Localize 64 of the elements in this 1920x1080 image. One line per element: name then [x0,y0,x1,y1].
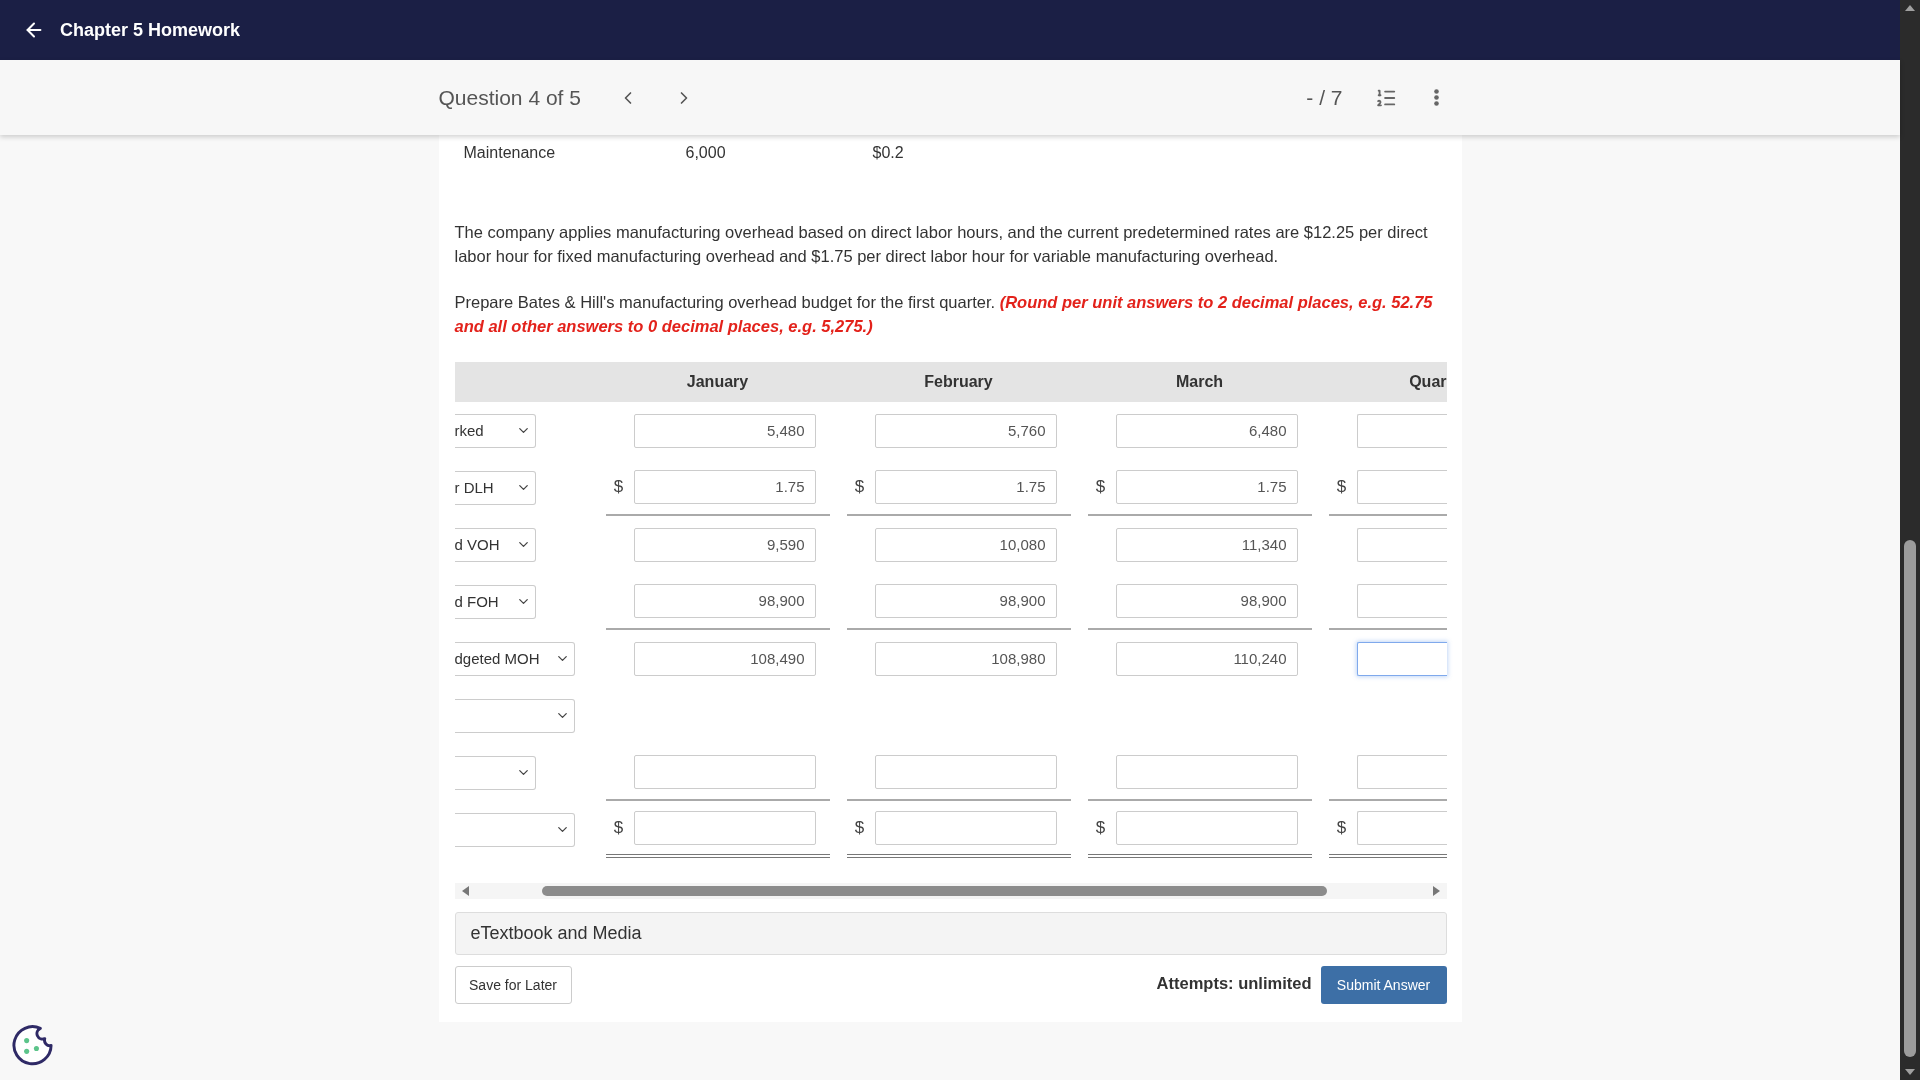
amount-field[interactable]: 110,240 [1115,641,1298,676]
amount-field[interactable] [1115,754,1298,789]
amount-field[interactable]: 108,490 [633,641,816,676]
question-counter: Question 4 of 5 [438,85,581,110]
column-header: Quar [1408,373,1447,391]
currency-sign: $ [854,817,865,838]
amount-field[interactable]: 6,480 [1115,413,1298,448]
amount-field[interactable]: 5,760 [874,413,1057,448]
table-cell: 6,000 [685,144,726,161]
row-label-dropdown[interactable]: r DLH [454,470,536,505]
horizontal-scrollbar[interactable] [454,883,1447,899]
amount-field[interactable] [633,810,816,845]
attempts-text: Attempts: unlimited [1156,973,1312,993]
row-label-dropdown[interactable]: d FOH [454,584,536,619]
currency-sign: $ [854,476,865,497]
currency-sign: $ [613,817,624,838]
amount-field[interactable]: 98,900 [874,583,1057,618]
amount-field[interactable] [874,810,1057,845]
row-label-dropdown[interactable]: d VOH [454,527,536,562]
column-header: January [685,373,750,391]
amount-field[interactable] [1356,527,1447,562]
currency-sign: $ [613,476,624,497]
amount-field[interactable] [1356,469,1447,504]
assignment-title: Chapter 5 Homework [60,19,241,41]
row-label-dropdown[interactable]: dgeted MOH [454,641,575,676]
instruction-paragraph: Prepare Bates & Hill's manufacturing overhead budget for the first quarter. (Round per unit answers to 2 decimal places, e.g. 52.75 and all other answers to 0 decimal places, e.g. 5,275.) [454,292,1434,337]
amount-field[interactable] [874,754,1057,789]
amount-field[interactable]: 1.75 [874,469,1057,504]
table-cell: $0.2 [872,144,904,161]
row-label-dropdown[interactable] [454,812,575,847]
amount-field[interactable]: 1.75 [633,469,816,504]
row-label-dropdown[interactable]: rked [454,413,536,448]
amount-field[interactable]: 108,980 [874,641,1057,676]
vertical-scrollbar[interactable] [1900,0,1920,1080]
amount-field[interactable] [1356,641,1447,676]
amount-field[interactable]: 98,900 [633,583,816,618]
amount-field[interactable] [1356,413,1447,448]
amount-field[interactable] [1356,583,1447,618]
amount-field[interactable]: 11,340 [1115,527,1298,562]
column-header: March [1174,373,1225,391]
score-text: - / 7 [1306,85,1343,110]
amount-field[interactable]: 98,900 [1115,583,1298,618]
column-header: February [923,373,994,391]
save-for-later-button[interactable]: Save for Later [454,966,572,1004]
currency-sign: $ [1336,476,1347,497]
currency-sign: $ [1095,817,1106,838]
amount-field[interactable] [1356,810,1447,845]
amount-field[interactable]: 1.75 [1115,469,1298,504]
submit-answer-button[interactable]: Submit Answer [1320,966,1447,1004]
row-label-dropdown[interactable] [454,755,536,790]
amount-field[interactable] [633,754,816,789]
amount-field[interactable]: 5,480 [633,413,816,448]
currency-sign: $ [1336,817,1347,838]
row-label-dropdown[interactable] [454,698,575,733]
amount-field[interactable] [1115,810,1298,845]
table-cell: Maintenance [463,144,556,161]
kebab-menu-icon [1434,89,1439,106]
cookie-icon[interactable] [12,1024,55,1067]
amount-field[interactable] [1356,754,1447,789]
currency-sign: $ [1095,476,1106,497]
intro-paragraph: The company applies manufacturing overhead based on direct labor hours, and the current predetermined rates are $12.25 per direct labor hour for fixed manufacturing overhead and $1.75 per direct labor hour for variable manufacturing overhead. [454,222,1429,267]
amount-field[interactable]: 10,080 [874,527,1057,562]
amount-field[interactable]: 9,590 [633,527,816,562]
resources-toggle[interactable]: eTextbook and Media [454,912,1447,955]
